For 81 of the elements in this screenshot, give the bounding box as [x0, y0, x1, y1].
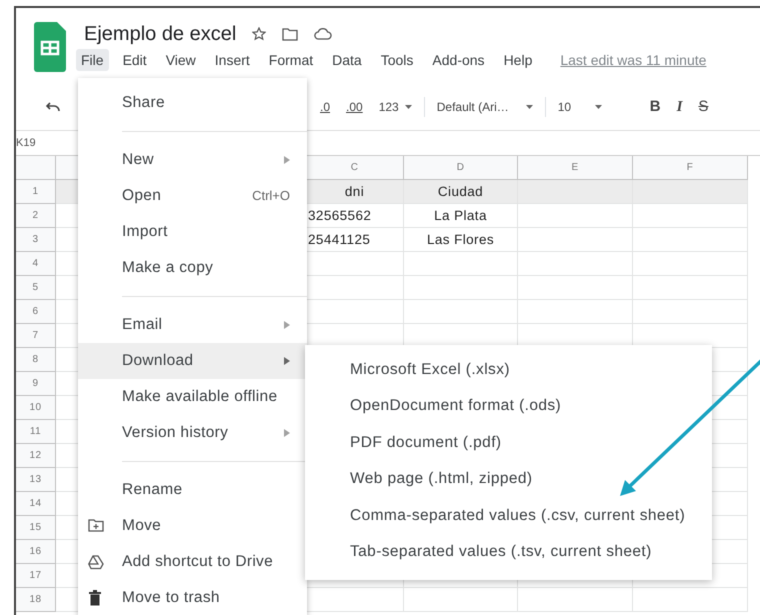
menu-item[interactable]: Email: [78, 307, 307, 343]
menu-item[interactable]: Version history: [78, 415, 307, 451]
table-cell: dni: [306, 180, 404, 204]
column-header[interactable]: F: [633, 156, 748, 180]
strikethrough-button[interactable]: S: [690, 96, 716, 118]
submenu-arrow-icon: [284, 357, 290, 365]
menu-item[interactable]: Microsoft Excel (.xlsx): [305, 351, 712, 388]
table-cell: Ciudad: [404, 180, 518, 204]
row-header[interactable]: 16: [16, 540, 56, 564]
menu-item[interactable]: Add shortcut to Drive: [78, 544, 307, 580]
menu-item[interactable]: PDF document (.pdf): [305, 424, 712, 460]
trash-icon: [88, 590, 102, 606]
last-edit-link[interactable]: Last edit was 11 minute: [560, 50, 706, 70]
submenu-arrow-icon: [284, 156, 290, 164]
row-header[interactable]: 14: [16, 492, 56, 516]
row-header[interactable]: 7: [16, 324, 56, 348]
row-header[interactable]: 1: [16, 180, 56, 204]
row-header[interactable]: 9: [16, 372, 56, 396]
row-header[interactable]: 18: [16, 588, 56, 612]
row-header[interactable]: 10: [16, 396, 56, 420]
menu-item[interactable]: Share: [78, 85, 307, 121]
menu-item[interactable]: Web page (.html, zipped): [305, 460, 712, 497]
row-header[interactable]: 12: [16, 444, 56, 468]
row-header[interactable]: 3: [16, 228, 56, 252]
column-header[interactable]: C: [306, 156, 404, 180]
row-header[interactable]: 15: [16, 516, 56, 540]
menu-item[interactable]: Open Ctrl+O: [78, 178, 307, 214]
menu-item[interactable]: File: [76, 49, 109, 71]
folder-icon[interactable]: [282, 28, 298, 40]
menu-item[interactable]: Format: [264, 49, 318, 71]
row-header[interactable]: 13: [16, 468, 56, 492]
row-header[interactable]: 2: [16, 204, 56, 228]
row-header[interactable]: 17: [16, 564, 56, 588]
menu-item[interactable]: Add-ons: [427, 49, 490, 71]
menu-item[interactable]: Edit: [118, 49, 152, 71]
undo-icon[interactable]: [46, 102, 60, 112]
menu-item[interactable]: Make available offline: [78, 379, 307, 415]
folder-icon: [88, 518, 104, 532]
menu-item[interactable]: Tools: [376, 49, 418, 71]
bold-button[interactable]: B: [642, 96, 669, 118]
menu-item[interactable]: Help: [498, 49, 538, 71]
italic-button[interactable]: I: [668, 96, 690, 118]
table-cell: La Plata: [404, 204, 518, 228]
name-box[interactable]: K19: [16, 137, 36, 149]
menu-item[interactable]: Make a copy: [78, 250, 307, 286]
menu-item[interactable]: Move: [78, 508, 307, 544]
menu-item[interactable]: OpenDocument format (.ods): [305, 388, 712, 424]
menu-item[interactable]: Import: [78, 214, 307, 250]
dropdown-caret-icon: [404, 105, 412, 109]
font-dropdown[interactable]: Default (Ari…: [432, 98, 537, 116]
column-header[interactable]: E: [518, 156, 633, 180]
menu-item[interactable]: Insert: [210, 49, 255, 71]
increase-decimal-button[interactable]: .00: [342, 98, 367, 116]
row-header[interactable]: 8: [16, 348, 56, 372]
menu-item[interactable]: Move to trash: [78, 580, 307, 615]
submenu-arrow-icon: [284, 429, 290, 437]
drive-shortcut-icon: [88, 554, 104, 570]
menu-item[interactable]: Comma-separated values (.csv, current sheet): [305, 497, 712, 534]
table-cell: Las Flores: [404, 228, 518, 252]
font-size-dropdown[interactable]: 10: [554, 98, 606, 116]
row-header[interactable]: 4: [16, 252, 56, 276]
submenu-arrow-icon: [284, 321, 290, 329]
menu-item[interactable]: View: [160, 49, 201, 71]
dropdown-caret-icon: [526, 105, 533, 109]
shortcut-label: Ctrl+O: [252, 187, 290, 206]
menu-item[interactable]: Download: [78, 343, 307, 379]
number-format-button[interactable]: 123: [374, 98, 416, 116]
cloud-icon[interactable]: [314, 28, 332, 40]
row-header[interactable]: 11: [16, 420, 56, 444]
menu-item[interactable]: Rename: [78, 472, 307, 508]
row-header[interactable]: 6: [16, 300, 56, 324]
menu-item[interactable]: Tab-separated values (.tsv, current sheet): [305, 534, 712, 570]
star-icon[interactable]: [252, 27, 266, 41]
column-header[interactable]: D: [404, 156, 518, 180]
menu-item[interactable]: New: [78, 142, 307, 178]
document-title[interactable]: Ejemplo de excel: [84, 22, 236, 46]
menu-item[interactable]: Data: [327, 49, 367, 71]
decrease-decimal-button[interactable]: .0: [316, 98, 334, 116]
dropdown-caret-icon: [594, 105, 602, 109]
sheets-logo-icon[interactable]: [34, 22, 66, 72]
row-header[interactable]: 5: [16, 276, 56, 300]
